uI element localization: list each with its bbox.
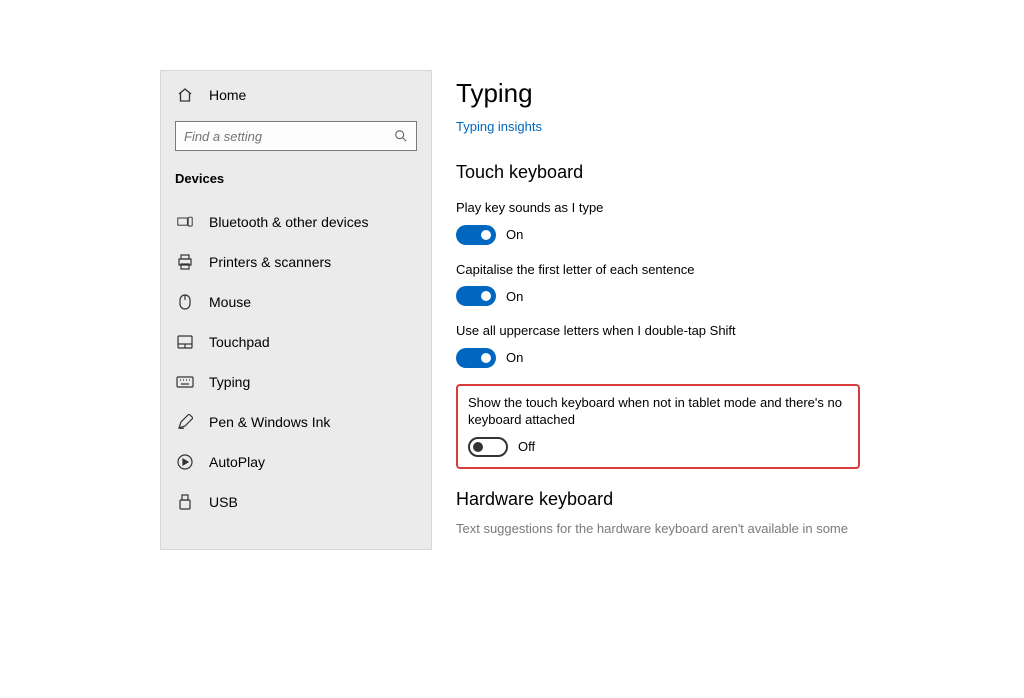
setting-capitalise: Capitalise the first letter of each sent… (456, 261, 860, 307)
toggle-uppercase-shift[interactable] (456, 348, 496, 368)
sidebar-item-pen[interactable]: Pen & Windows Ink (161, 402, 431, 442)
setting-play-sounds: Play key sounds as I type On (456, 199, 860, 245)
sidebar-item-label: Bluetooth & other devices (209, 214, 369, 230)
setting-uppercase-shift: Use all uppercase letters when I double-… (456, 322, 860, 368)
sidebar-item-label: Pen & Windows Ink (209, 414, 330, 430)
highlighted-setting: Show the touch keyboard when not in tabl… (456, 384, 860, 469)
toggle-state: On (506, 350, 523, 365)
sidebar-item-bluetooth[interactable]: Bluetooth & other devices (161, 202, 431, 242)
home-nav[interactable]: Home (161, 81, 431, 109)
content-pane: Typing Typing insights Touch keyboard Pl… (432, 70, 860, 550)
touch-keyboard-title: Touch keyboard (456, 162, 860, 183)
sidebar-nav-list: Bluetooth & other devices Printers & sca… (161, 202, 431, 522)
sidebar-item-label: USB (209, 494, 238, 510)
sidebar-item-label: Typing (209, 374, 250, 390)
usb-icon (175, 494, 195, 510)
toggle-state: On (506, 289, 523, 304)
setting-label: Play key sounds as I type (456, 199, 860, 217)
sidebar-item-touchpad[interactable]: Touchpad (161, 322, 431, 362)
keyboard-icon (175, 376, 195, 388)
toggle-play-sounds[interactable] (456, 225, 496, 245)
setting-show-touch-keyboard: Show the touch keyboard when not in tabl… (468, 394, 848, 457)
sidebar-item-autoplay[interactable]: AutoPlay (161, 442, 431, 482)
sidebar-item-usb[interactable]: USB (161, 482, 431, 522)
sidebar-item-label: Printers & scanners (209, 254, 331, 270)
hardware-keyboard-description: Text suggestions for the hardware keyboa… (456, 520, 860, 538)
autoplay-icon (175, 454, 195, 470)
pen-icon (175, 414, 195, 430)
sidebar-item-typing[interactable]: Typing (161, 362, 431, 402)
home-icon (175, 87, 195, 103)
toggle-show-touch-keyboard[interactable] (468, 437, 508, 457)
search-input-wrap[interactable] (175, 121, 417, 151)
settings-window: Home Devices Bluetooth & other devices (160, 70, 860, 550)
search-icon (394, 129, 408, 143)
typing-insights-link[interactable]: Typing insights (456, 119, 542, 134)
sidebar-item-label: Touchpad (209, 334, 270, 350)
search-input[interactable] (184, 129, 394, 144)
hardware-keyboard-title: Hardware keyboard (456, 489, 860, 510)
search-container (161, 121, 431, 165)
sidebar-section-label: Devices (161, 165, 431, 202)
mouse-icon (175, 294, 195, 310)
setting-label: Capitalise the first letter of each sent… (456, 261, 860, 279)
sidebar-item-label: Mouse (209, 294, 251, 310)
sidebar-item-label: AutoPlay (209, 454, 265, 470)
toggle-capitalise[interactable] (456, 286, 496, 306)
page-title: Typing (456, 78, 860, 109)
devices-icon (175, 215, 195, 229)
setting-label: Use all uppercase letters when I double-… (456, 322, 860, 340)
printer-icon (175, 254, 195, 270)
sidebar-item-printers[interactable]: Printers & scanners (161, 242, 431, 282)
toggle-state: On (506, 227, 523, 242)
setting-label: Show the touch keyboard when not in tabl… (468, 394, 848, 429)
sidebar: Home Devices Bluetooth & other devices (160, 70, 432, 550)
sidebar-item-mouse[interactable]: Mouse (161, 282, 431, 322)
touchpad-icon (175, 335, 195, 349)
home-label: Home (209, 87, 246, 103)
toggle-state: Off (518, 439, 535, 454)
